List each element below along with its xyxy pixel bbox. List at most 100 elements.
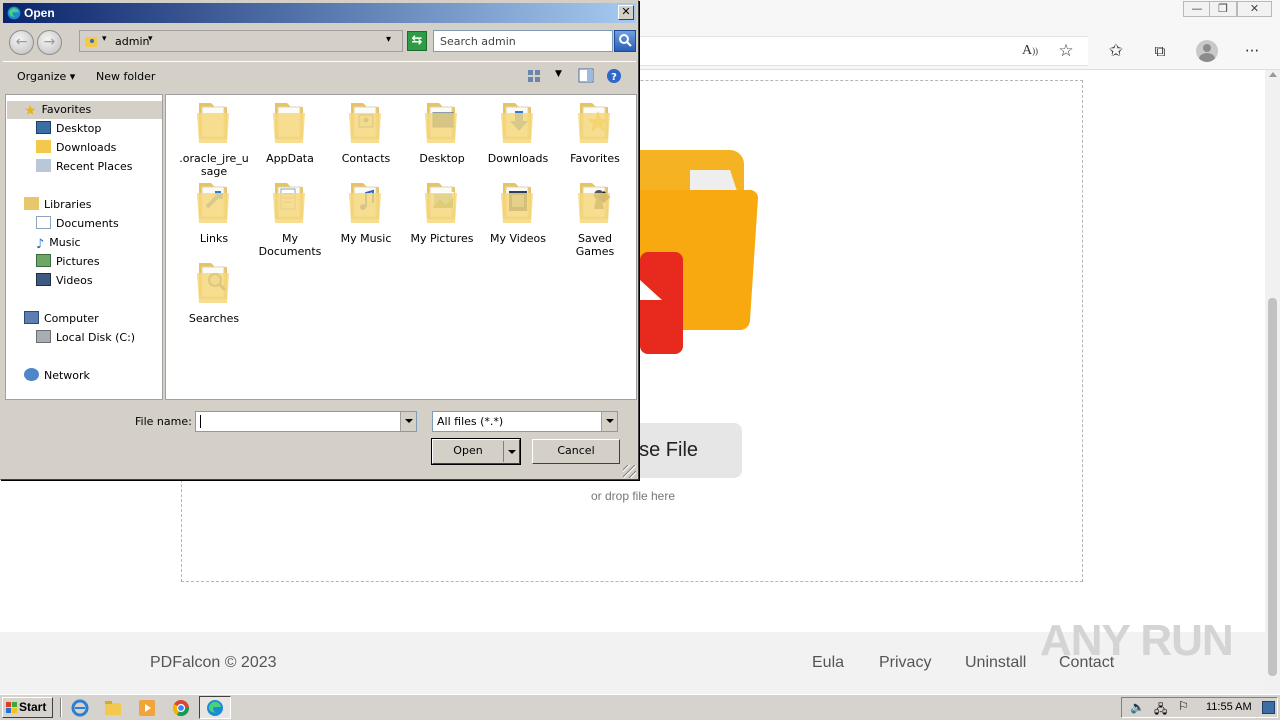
file-item[interactable]: Saved Games bbox=[557, 179, 633, 258]
nav-desktop[interactable]: Desktop bbox=[36, 120, 101, 138]
file-item[interactable]: My Music bbox=[328, 179, 404, 245]
file-item-label: Saved Games bbox=[575, 232, 615, 258]
file-item[interactable]: Desktop bbox=[404, 99, 480, 165]
back-button[interactable]: ← bbox=[9, 30, 34, 55]
contacts-folder-icon bbox=[349, 103, 381, 143]
organize-button[interactable]: Organize ▾ bbox=[17, 70, 75, 83]
internet-explorer-icon[interactable] bbox=[70, 698, 90, 718]
footer-link-eula[interactable]: Eula bbox=[812, 654, 844, 672]
favorites-icon[interactable]: ✩ bbox=[1104, 39, 1128, 63]
start-button[interactable]: Start bbox=[2, 697, 53, 718]
file-item[interactable]: AppData bbox=[252, 99, 328, 165]
file-explorer-icon[interactable] bbox=[103, 698, 123, 718]
add-favorite-icon[interactable]: ☆ bbox=[1054, 39, 1078, 63]
nav-music[interactable]: ♪ Music bbox=[36, 234, 81, 252]
links-folder-icon bbox=[197, 183, 229, 223]
nav-videos[interactable]: Videos bbox=[36, 272, 93, 290]
chevron-down-icon[interactable]: ▾ bbox=[102, 34, 107, 44]
page-scrollbar[interactable] bbox=[1265, 70, 1280, 694]
nav-label: Desktop bbox=[56, 122, 102, 135]
footer-link-uninstall[interactable]: Uninstall bbox=[965, 654, 1026, 672]
nav-label: Videos bbox=[56, 274, 93, 287]
dialog-title: Open bbox=[24, 6, 55, 20]
file-item[interactable]: Searches bbox=[176, 259, 252, 325]
edge-icon bbox=[207, 700, 223, 716]
network-tray-icon[interactable]: 🖧 bbox=[1154, 700, 1167, 720]
nav-downloads[interactable]: Downloads bbox=[36, 139, 116, 157]
close-window-button[interactable]: ✕ bbox=[1237, 1, 1272, 17]
nav-network[interactable]: Network bbox=[24, 367, 90, 385]
scroll-thumb[interactable] bbox=[1268, 298, 1277, 676]
search-icon[interactable] bbox=[614, 30, 636, 52]
resize-grip[interactable] bbox=[623, 465, 636, 478]
cancel-button[interactable]: Cancel bbox=[532, 439, 620, 464]
volume-icon[interactable]: 🔈 bbox=[1130, 700, 1145, 714]
text-caret bbox=[200, 415, 201, 428]
preview-pane-icon[interactable] bbox=[578, 68, 594, 83]
start-label: Start bbox=[19, 700, 47, 714]
file-item[interactable]: .oracle_jre_u sage bbox=[176, 99, 252, 178]
view-dropdown-icon[interactable]: ▼ bbox=[555, 69, 562, 79]
show-desktop-icon[interactable] bbox=[1262, 701, 1275, 714]
dialog-close-button[interactable]: ✕ bbox=[618, 5, 634, 20]
file-item[interactable]: My Documents bbox=[252, 179, 328, 258]
minimize-button[interactable]: — bbox=[1183, 1, 1211, 17]
nav-pictures[interactable]: Pictures bbox=[36, 253, 100, 271]
restore-button[interactable]: ❐ bbox=[1209, 1, 1237, 17]
media-player-icon[interactable] bbox=[137, 698, 157, 718]
chrome-icon[interactable] bbox=[171, 698, 191, 718]
action-center-flag-icon[interactable]: ⚐ bbox=[1178, 699, 1189, 713]
nav-libraries[interactable]: Libraries bbox=[24, 196, 92, 214]
pictures-icon bbox=[36, 254, 51, 267]
dialog-title-bar[interactable]: Open ✕ bbox=[3, 3, 636, 23]
file-item[interactable]: Links bbox=[176, 179, 252, 245]
file-type-filter[interactable]: All files (*.*) bbox=[432, 411, 618, 432]
more-icon[interactable]: ··· bbox=[1240, 39, 1264, 63]
taskbar-separator bbox=[60, 698, 62, 717]
taskbar-clock[interactable]: 11:55 AM bbox=[1206, 701, 1252, 713]
nav-favorites[interactable]: ★ Favorites bbox=[7, 101, 162, 119]
path-history-dropdown[interactable]: ▾ bbox=[386, 34, 391, 45]
searches-folder-icon bbox=[197, 263, 229, 303]
refresh-button[interactable]: ⇆ bbox=[407, 31, 427, 51]
forward-button[interactable]: → bbox=[37, 30, 62, 55]
chevron-down-icon[interactable] bbox=[601, 412, 617, 431]
nav-documents[interactable]: Documents bbox=[36, 215, 119, 233]
path-segment-admin[interactable]: admin bbox=[115, 35, 149, 48]
chevron-down-icon[interactable]: ▾ bbox=[148, 34, 153, 44]
anyrun-watermark: ANY RUN bbox=[1040, 616, 1234, 665]
open-options-dropdown[interactable] bbox=[503, 441, 518, 462]
collections-icon[interactable]: ⧉ bbox=[1148, 39, 1172, 63]
file-item-label: My Videos bbox=[489, 232, 547, 245]
view-options-icon[interactable] bbox=[527, 69, 541, 83]
nav-computer[interactable]: Computer bbox=[24, 310, 99, 328]
dialog-command-bar: Organize ▾ New folder ▼ ? bbox=[3, 61, 636, 91]
documents-icon bbox=[36, 216, 51, 229]
windows-logo-icon bbox=[6, 702, 17, 713]
file-item-label: My Music bbox=[340, 232, 392, 245]
read-aloud-icon[interactable]: A)) bbox=[1018, 39, 1042, 63]
taskbar-edge-active[interactable] bbox=[199, 696, 231, 719]
new-folder-button[interactable]: New folder bbox=[96, 70, 155, 83]
profile-icon[interactable] bbox=[1196, 40, 1218, 62]
help-icon[interactable]: ? bbox=[606, 68, 622, 84]
search-input[interactable]: Search admin bbox=[433, 30, 613, 52]
filename-input[interactable] bbox=[195, 411, 417, 432]
scroll-up-arrow[interactable] bbox=[1269, 72, 1277, 77]
recent-places-icon bbox=[36, 159, 51, 172]
path-breadcrumb[interactable]: ▾ admin ▾ ▾ bbox=[79, 30, 403, 52]
drop-hint-text: or drop file here bbox=[590, 489, 676, 503]
file-item[interactable]: My Videos bbox=[480, 179, 556, 245]
file-item[interactable]: My Pictures bbox=[404, 179, 480, 245]
file-item[interactable]: Contacts bbox=[328, 99, 404, 165]
libraries-icon bbox=[24, 197, 39, 210]
nav-recent-places[interactable]: Recent Places bbox=[36, 158, 133, 176]
file-item-label: AppData bbox=[266, 152, 314, 165]
file-item[interactable]: Favorites bbox=[557, 99, 633, 165]
file-item[interactable]: Downloads bbox=[480, 99, 556, 165]
nav-label: Local Disk (C:) bbox=[56, 331, 136, 344]
nav-local-disk[interactable]: Local Disk (C:) bbox=[36, 329, 135, 347]
dialog-nav-row: ← → ▾ admin ▾ ▾ ⇆ Search admin bbox=[3, 25, 636, 59]
footer-link-privacy[interactable]: Privacy bbox=[879, 654, 931, 672]
filename-history-dropdown[interactable] bbox=[400, 412, 416, 431]
